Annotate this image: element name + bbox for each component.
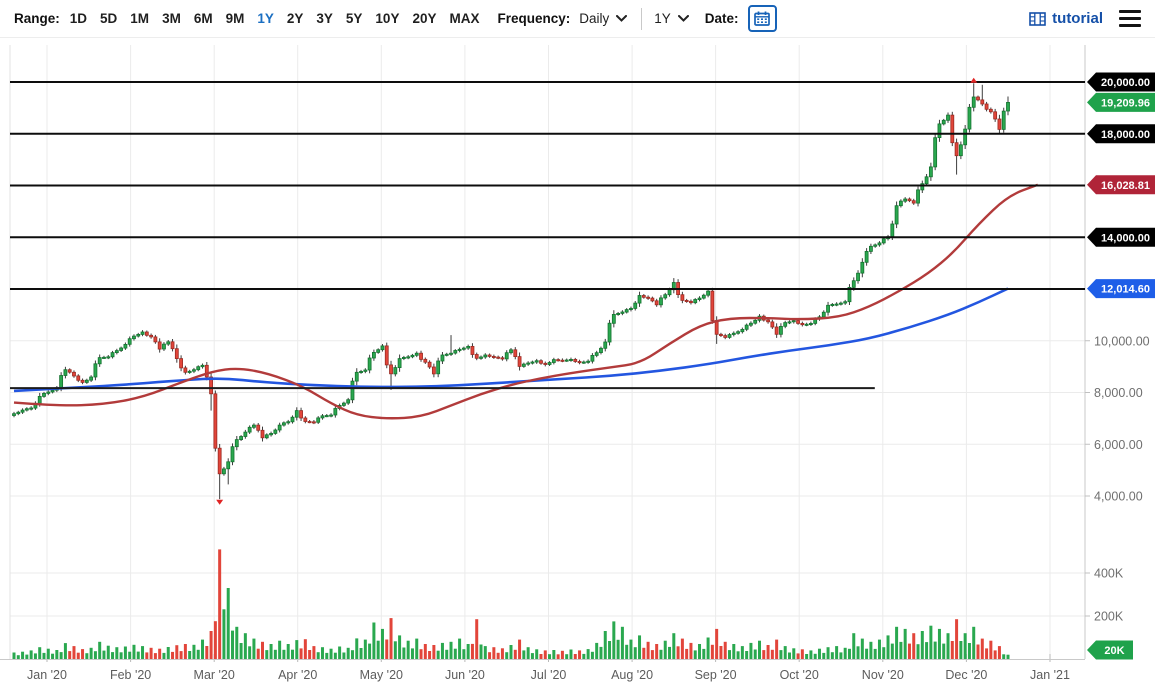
svg-text:10,000.00: 10,000.00 — [1094, 334, 1150, 348]
svg-text:Oct '20: Oct '20 — [780, 668, 819, 682]
svg-text:Jan '20: Jan '20 — [27, 668, 67, 682]
tutorial-label: tutorial — [1052, 10, 1103, 27]
svg-text:16,028.81: 16,028.81 — [1101, 180, 1150, 192]
svg-text:Mar '20: Mar '20 — [194, 668, 235, 682]
price-badge[interactable]: 18,000.00 — [1087, 124, 1155, 143]
period-value: 1Y — [654, 11, 671, 26]
range-option-1m[interactable]: 1M — [130, 11, 149, 26]
frequency-select[interactable]: Daily — [579, 11, 627, 26]
range-option-3m[interactable]: 3M — [162, 11, 181, 26]
range-option-10y[interactable]: 10Y — [375, 11, 399, 26]
toolbar: Range: 1D 5D 1M 3M 6M 9M 1Y 2Y 3Y 5Y 10Y 20Y MAX Fre… — [0, 0, 1155, 38]
toolbar-right: tutorial — [1029, 8, 1143, 30]
chart-svg[interactable]: Jan '20 Feb '20 Mar '20 Apr '20 May '20 Jun '… — [0, 0, 1155, 691]
svg-text:Dec '20: Dec '20 — [945, 668, 987, 682]
moving-average-slow-line — [14, 289, 1008, 391]
svg-text:Apr '20: Apr '20 — [278, 668, 317, 682]
price-badge[interactable]: 19,209.96 — [1087, 93, 1155, 112]
menu-icon[interactable] — [1117, 8, 1143, 30]
svg-text:Jun '20: Jun '20 — [445, 668, 485, 682]
chevron-down-icon — [678, 15, 689, 22]
range-option-9m[interactable]: 9M — [226, 11, 245, 26]
svg-text:Feb '20: Feb '20 — [110, 668, 151, 682]
range-option-6m[interactable]: 6M — [194, 11, 213, 26]
price-badge[interactable]: 16,028.81 — [1087, 175, 1155, 194]
calendar-icon — [754, 11, 770, 26]
svg-text:4,000.00: 4,000.00 — [1094, 490, 1143, 504]
svg-text:400K: 400K — [1094, 567, 1124, 581]
svg-text:Sep '20: Sep '20 — [695, 668, 737, 682]
period-select[interactable]: 1Y — [654, 11, 689, 26]
price-axis-labels: 10,000.00 8,000.00 6,000.00 4,000.00 400K 200… — [1085, 334, 1150, 623]
range-option-20y[interactable]: 20Y — [412, 11, 436, 26]
svg-text:Nov '20: Nov '20 — [862, 668, 904, 682]
tutorial-link[interactable]: tutorial — [1029, 10, 1103, 27]
svg-text:8,000.00: 8,000.00 — [1094, 386, 1143, 400]
range-option-1y[interactable]: 1Y — [257, 11, 274, 26]
candlestick-layer — [13, 83, 1010, 499]
frequency-label: Frequency: — [497, 11, 570, 26]
svg-text:6,000.00: 6,000.00 — [1094, 438, 1143, 452]
svg-text:Jul '20: Jul '20 — [531, 668, 567, 682]
range-option-3y[interactable]: 3Y — [316, 11, 333, 26]
range-label: Range: — [14, 11, 60, 26]
toolbar-divider — [641, 8, 642, 30]
range-option-1d[interactable]: 1D — [70, 11, 87, 26]
price-badge[interactable]: 20K — [1087, 641, 1133, 660]
alert-markers — [216, 78, 977, 505]
range-option-max[interactable]: MAX — [449, 11, 479, 26]
volume-bars-layer — [13, 549, 1010, 659]
price-badge[interactable]: 12,014.60 — [1087, 279, 1155, 298]
price-badge[interactable]: 14,000.00 — [1087, 228, 1155, 247]
svg-text:14,000.00: 14,000.00 — [1101, 232, 1150, 244]
range-option-5d[interactable]: 5D — [100, 11, 117, 26]
tutorial-film-icon — [1029, 12, 1046, 26]
chevron-down-icon — [616, 15, 627, 22]
svg-text:18,000.00: 18,000.00 — [1101, 129, 1150, 141]
frequency-value: Daily — [579, 11, 609, 26]
svg-text:20K: 20K — [1104, 645, 1124, 657]
svg-text:20,000.00: 20,000.00 — [1101, 77, 1150, 89]
y-grid-layer — [0, 45, 1085, 660]
date-picker-button[interactable] — [748, 5, 777, 32]
svg-text:12,014.60: 12,014.60 — [1101, 284, 1150, 296]
chart-canvas[interactable]: Jan '20 Feb '20 Mar '20 Apr '20 May '20 Jun '… — [0, 0, 1155, 691]
svg-text:Jan '21: Jan '21 — [1030, 668, 1070, 682]
svg-text:19,209.96: 19,209.96 — [1101, 97, 1150, 109]
svg-text:Aug '20: Aug '20 — [611, 668, 653, 682]
price-badge[interactable]: 20,000.00 — [1087, 73, 1155, 92]
range-option-5y[interactable]: 5Y — [346, 11, 363, 26]
range-options: 1D 5D 1M 3M 6M 9M 1Y 2Y 3Y 5Y 10Y 20Y MAX — [70, 11, 480, 26]
date-label: Date: — [705, 11, 739, 26]
range-option-2y[interactable]: 2Y — [287, 11, 304, 26]
svg-text:200K: 200K — [1094, 610, 1124, 624]
svg-text:May '20: May '20 — [360, 668, 403, 682]
moving-average-fast-line — [14, 185, 1038, 418]
